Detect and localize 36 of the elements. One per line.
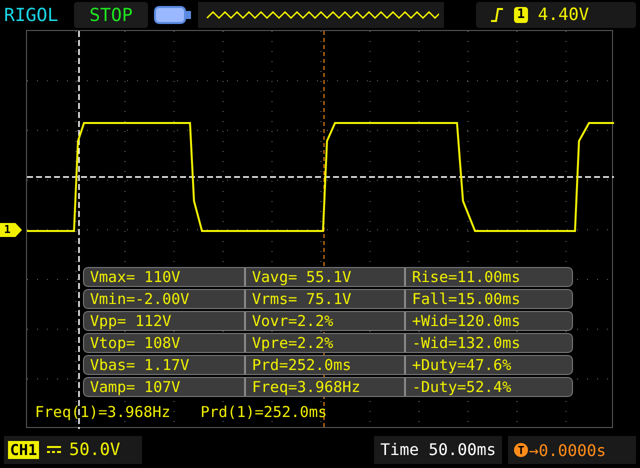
measurement-value: Vamp= 107V xyxy=(89,378,182,396)
trigger-box[interactable]: 1 4.40V xyxy=(476,2,636,28)
measurement-value: Vmin=-2.00V xyxy=(89,290,190,308)
measurement-value: Vrms= 75.1V xyxy=(244,290,404,308)
measurement-value: Vtop= 108V xyxy=(89,334,182,352)
measurement-value: Freq=3.968Hz xyxy=(244,378,404,396)
trigger-offset-box[interactable]: T →0.0000s xyxy=(508,436,636,464)
measurement-readout: Freq(1)=3.968Hz xyxy=(35,403,170,421)
measurement-value: Vpre=2.2% xyxy=(244,334,404,352)
trigger-offset: →0.0000s xyxy=(529,440,606,460)
measurement-value: -Duty=52.4% xyxy=(404,378,572,396)
measurement-readout: Prd(1)=252.0ms xyxy=(200,403,327,421)
measurement-value: Fall=15.00ms xyxy=(404,290,572,308)
measurement-value: Vbas= 1.17V xyxy=(89,356,190,374)
channel-label: CH1 xyxy=(8,441,40,459)
rising-edge-icon xyxy=(490,7,504,23)
measurement-value: Rise=11.00ms xyxy=(404,268,572,286)
measurement-value: Vpp= 112V xyxy=(89,312,172,330)
memory-icon xyxy=(154,5,192,25)
dc-coupling-icon xyxy=(47,445,62,455)
measurement-value: Vavg= 55.1V xyxy=(244,268,404,286)
channel-box[interactable]: CH1 50.0V xyxy=(4,436,142,464)
brand-logo: RIGOL xyxy=(4,4,60,26)
measurement-value: +Duty=47.6% xyxy=(404,356,572,374)
measurement-value: Vmax= 110V xyxy=(89,268,182,286)
channel-marker[interactable]: 1 xyxy=(0,223,22,237)
measurement-value: Vovr=2.2% xyxy=(244,312,404,330)
measurement-value: Prd=252.0ms xyxy=(244,356,404,374)
trigger-level: 4.40V xyxy=(538,5,590,25)
measurement-value: -Wid=132.0ms xyxy=(404,334,572,352)
run-state[interactable]: STOP xyxy=(74,2,148,28)
measurement-value: +Wid=120.0ms xyxy=(404,312,572,330)
trigger-badge: T xyxy=(514,443,528,457)
vertical-scale: 50.0V xyxy=(69,440,120,460)
timebase[interactable]: Time 50.00ms xyxy=(374,436,502,464)
trigger-channel: 1 xyxy=(514,7,528,23)
